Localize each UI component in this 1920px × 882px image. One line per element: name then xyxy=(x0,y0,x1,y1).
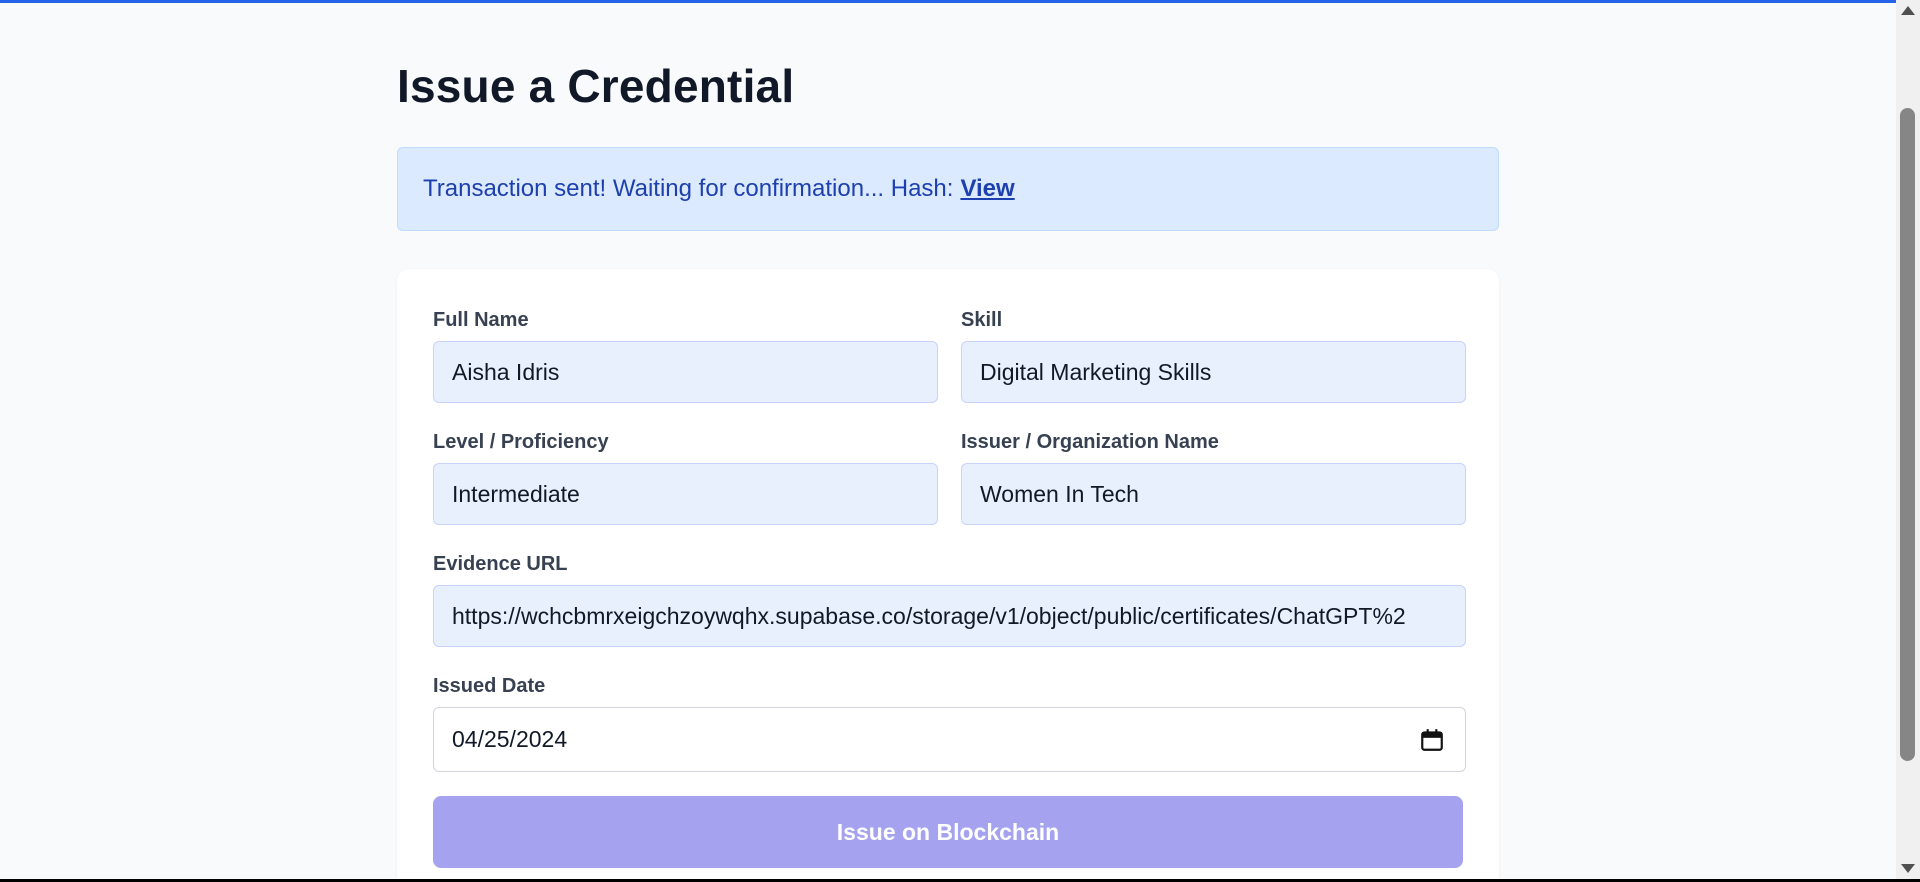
full-name-input[interactable]: Aisha Idris xyxy=(433,341,938,403)
vertical-scrollbar[interactable] xyxy=(1896,0,1920,879)
evidence-url-label: Evidence URL xyxy=(433,553,568,575)
transaction-alert: Transaction sent! Waiting for confirmati… xyxy=(397,147,1499,231)
scrollbar-thumb[interactable] xyxy=(1900,108,1915,761)
view-transaction-link[interactable]: View xyxy=(960,175,1014,203)
page-viewport: Issue a Credential Transaction sent! Wai… xyxy=(0,0,1896,882)
calendar-icon[interactable] xyxy=(1419,727,1445,753)
credential-form-card: Full Name Aisha Idris Skill Digital Mark… xyxy=(397,269,1499,882)
issued-date-value: 04/25/2024 xyxy=(452,726,568,752)
issued-date-label: Issued Date xyxy=(433,675,546,697)
skill-label: Skill xyxy=(961,309,1003,331)
level-label: Level / Proficiency xyxy=(433,431,609,453)
issued-date-input[interactable]: 04/25/2024 xyxy=(433,707,1466,772)
full-name-label: Full Name xyxy=(433,309,529,331)
evidence-url-input[interactable]: https://wchcbmrxeigchzoywqhx.supabase.co… xyxy=(433,585,1466,647)
scroll-up-icon[interactable] xyxy=(1901,6,1915,15)
level-input[interactable]: Intermediate xyxy=(433,463,938,525)
issuer-label: Issuer / Organization Name xyxy=(961,431,1219,453)
issue-on-blockchain-button[interactable]: Issue on Blockchain xyxy=(433,796,1463,868)
alert-message: Transaction sent! Waiting for confirmati… xyxy=(423,175,954,202)
page-title: Issue a Credential xyxy=(397,60,795,112)
skill-input[interactable]: Digital Marketing Skills xyxy=(961,341,1466,403)
issuer-input[interactable]: Women In Tech xyxy=(961,463,1466,525)
scroll-down-icon[interactable] xyxy=(1901,864,1915,873)
